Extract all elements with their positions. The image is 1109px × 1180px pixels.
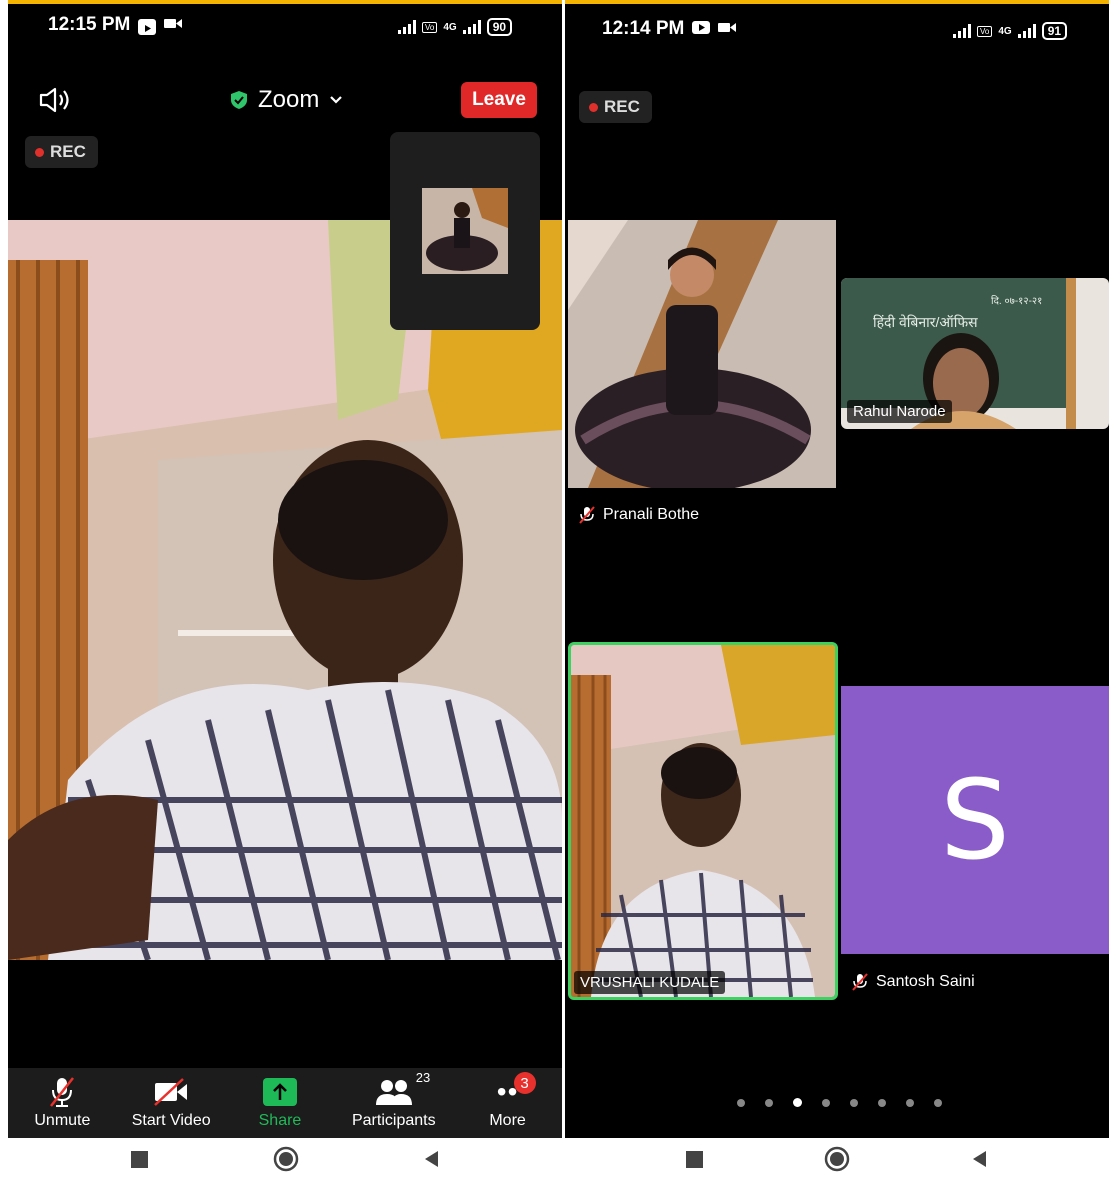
page-dot[interactable] — [737, 1098, 745, 1107]
participant-tile-2[interactable]: दि. ०७-१२-२१ हिंदी वेबिनार/ऑफिस Rahul Na… — [841, 278, 1109, 429]
status-bar-left: 12:15 PM — [48, 14, 183, 36]
participant-name-label-2: Rahul Narode — [847, 400, 952, 423]
recording-dot-icon — [35, 147, 44, 157]
chalkboard-line-1: हिंदी वेबिनार/ऑफिस — [873, 314, 978, 330]
system-icons-right: Vo 4G 91 — [953, 22, 1068, 40]
youtube-icon-right — [692, 18, 711, 40]
participant-name-label-3: VRUSHALI KUDALE — [574, 971, 726, 994]
participant-name-1: Pranali Bothe — [577, 505, 699, 525]
top-accent-bar-right — [565, 0, 1109, 4]
unmute-button[interactable]: Unmute — [12, 1076, 112, 1130]
status-time: 12:15 PM — [48, 14, 131, 35]
signal-icon-2 — [462, 20, 481, 34]
page-dot[interactable] — [934, 1098, 942, 1107]
self-view-video — [422, 188, 508, 274]
more-button[interactable]: •• 3 More — [458, 1072, 558, 1130]
signal-icon-right-2 — [1017, 24, 1036, 38]
home-button[interactable] — [824, 1146, 850, 1172]
signal-icon — [398, 20, 416, 34]
page-dot[interactable] — [906, 1098, 914, 1107]
system-icons-left: Vo 4G 90 — [398, 18, 513, 36]
recording-label-right: REC — [604, 97, 640, 116]
more-label: More — [489, 1112, 526, 1129]
more-badge: 3 — [513, 1072, 536, 1094]
start-video-label: Start Video — [131, 1112, 211, 1129]
participant-name-4: Santosh Saini — [850, 972, 975, 992]
network-type-right: 4G — [998, 25, 1012, 37]
chalkboard-text: दि. ०७-१२-२१ हिंदी वेबिनार/ऑफिस — [873, 292, 1042, 332]
speaker-button[interactable] — [38, 86, 74, 119]
volte-icon: Vo — [422, 21, 438, 33]
participants-count: 23 — [415, 1070, 431, 1085]
mic-muted-icon — [579, 506, 595, 524]
video-off-icon — [154, 1078, 188, 1106]
meeting-toolbar: Unmute Start Video Share 23 Participants… — [8, 1068, 562, 1138]
zoom-screen-left: 12:15 PM Vo 4G 90 Zoom Leave REC Unmute … — [8, 0, 562, 1138]
signal-icon-right — [953, 24, 971, 38]
recents-button[interactable] — [130, 1150, 148, 1168]
participant-tile-4[interactable]: S — [841, 686, 1109, 954]
participant-tile-1[interactable] — [568, 220, 836, 488]
avatar-letter: S — [940, 756, 1010, 884]
participants-label: Participants — [351, 1112, 436, 1129]
page-dot-active[interactable] — [793, 1098, 802, 1107]
back-button[interactable] — [972, 1150, 988, 1168]
network-type: 4G — [443, 21, 457, 33]
recording-badge-right: REC — [579, 91, 652, 123]
start-video-button[interactable]: Start Video — [121, 1076, 221, 1130]
page-dot[interactable] — [850, 1098, 858, 1107]
shield-icon — [231, 91, 247, 109]
leave-label: Leave — [472, 89, 526, 110]
status-bar-right: 12:14 PM — [602, 18, 737, 40]
share-arrow-icon — [262, 1078, 297, 1106]
participant-name-label-4: Santosh Saini — [876, 973, 975, 990]
page-dot[interactable] — [878, 1098, 886, 1107]
chalkboard-line-2: दि. ०७-१२-२१ — [991, 296, 1043, 307]
battery-indicator: 90 — [486, 18, 513, 36]
share-button[interactable]: Share — [230, 1076, 330, 1130]
main-video-feed — [8, 220, 562, 960]
android-nav-bar-left — [8, 1138, 562, 1180]
top-accent-bar — [8, 0, 562, 4]
participant-tile-3[interactable]: VRUSHALI KUDALE — [568, 642, 838, 1000]
meeting-title-dropdown[interactable]: Zoom — [230, 86, 343, 114]
video-status-icon-right — [718, 18, 737, 40]
mic-muted-icon — [50, 1077, 75, 1107]
leave-button[interactable]: Leave — [461, 82, 537, 118]
home-button[interactable] — [273, 1146, 299, 1172]
video-status-icon — [164, 14, 183, 36]
recording-badge: REC — [25, 136, 98, 168]
meeting-title: Zoom — [258, 86, 320, 113]
zoom-screen-right: 12:14 PM Vo 4G 91 REC Pranali Bothe दि. … — [565, 0, 1109, 1138]
participants-icon — [375, 1080, 412, 1105]
unmute-label: Unmute — [34, 1112, 91, 1129]
android-nav-bar-right — [565, 1138, 1109, 1180]
recording-dot-icon-right — [589, 102, 598, 112]
page-dot[interactable] — [822, 1098, 830, 1107]
recording-label: REC — [50, 142, 86, 161]
self-view-thumbnail[interactable] — [390, 132, 540, 330]
status-time-right: 12:14 PM — [602, 18, 685, 39]
participants-button[interactable]: 23 Participants — [339, 1070, 449, 1130]
youtube-icon — [138, 18, 157, 35]
share-label: Share — [258, 1112, 302, 1129]
chevron-down-icon — [330, 96, 343, 104]
battery-indicator-right: 91 — [1041, 22, 1068, 40]
recents-button[interactable] — [685, 1150, 703, 1168]
mic-muted-icon — [852, 973, 868, 991]
volte-icon-right: Vo — [977, 25, 993, 37]
page-indicator — [737, 1098, 942, 1107]
participant-name-label-1: Pranali Bothe — [603, 506, 700, 523]
speaker-icon — [39, 87, 69, 113]
back-button[interactable] — [424, 1150, 440, 1168]
page-dot[interactable] — [765, 1098, 773, 1107]
